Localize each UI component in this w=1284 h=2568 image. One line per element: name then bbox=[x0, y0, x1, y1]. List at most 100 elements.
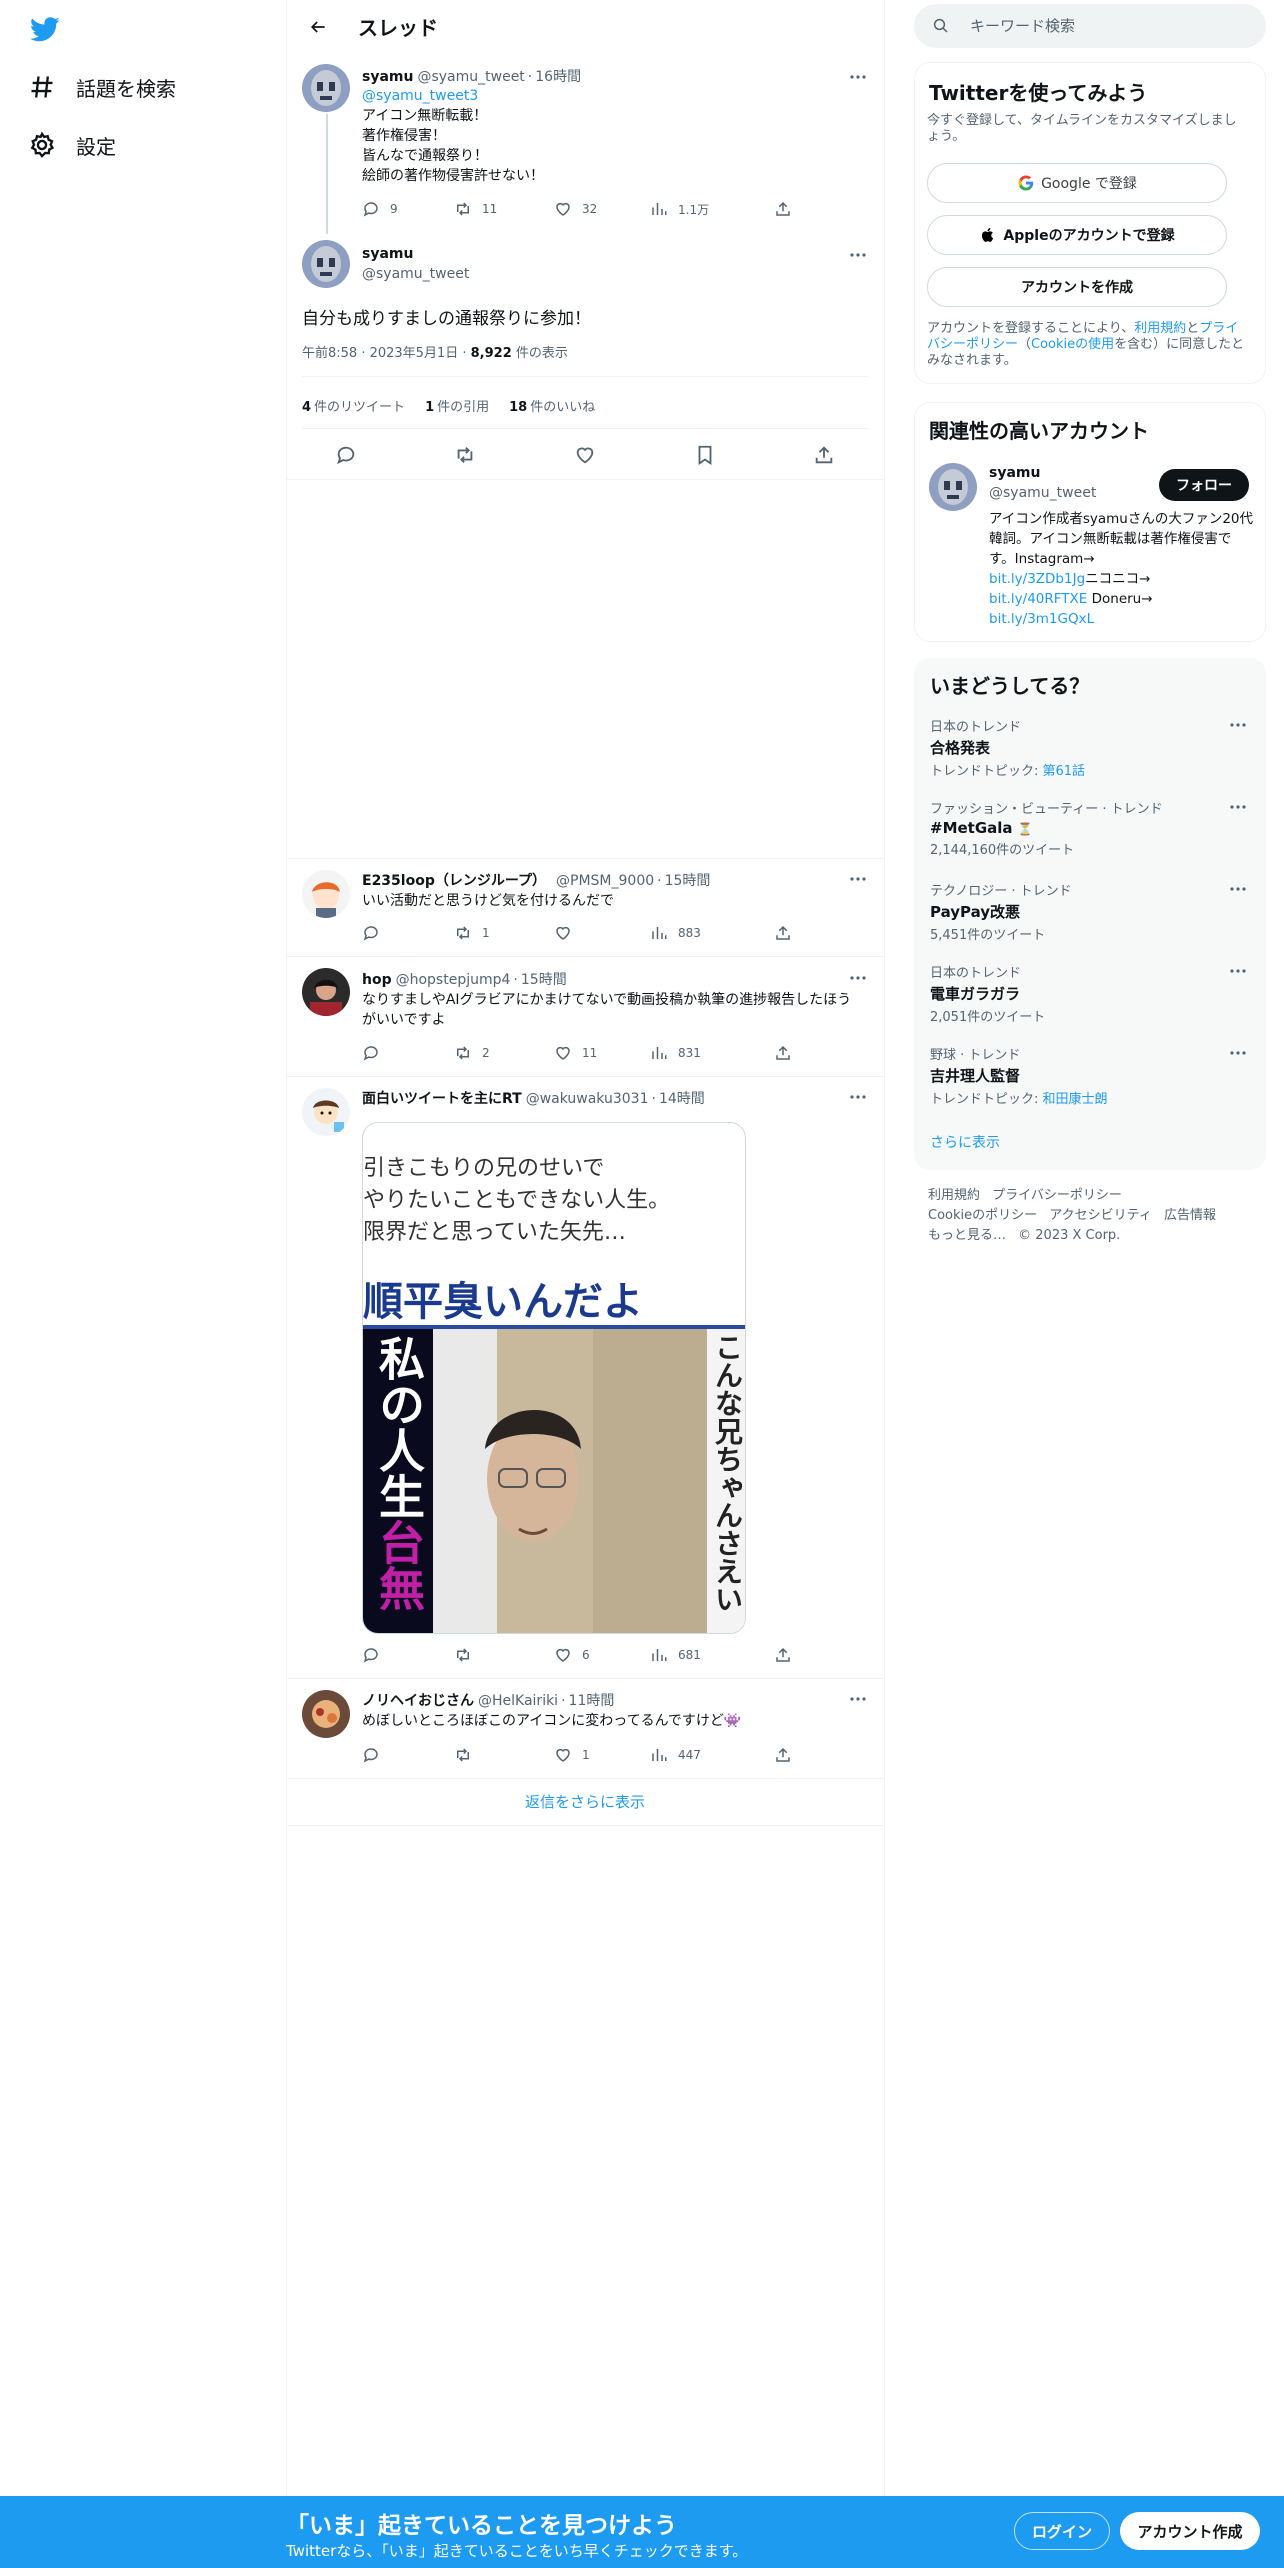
quote-count-link[interactable]: 1 件の引用 bbox=[425, 396, 489, 415]
share-button[interactable] bbox=[774, 200, 802, 218]
share-button[interactable] bbox=[774, 924, 802, 942]
tweet-time[interactable]: 14時間 bbox=[659, 1088, 705, 1108]
reply-button[interactable] bbox=[362, 1746, 454, 1764]
views-button[interactable]: 883 bbox=[650, 924, 774, 942]
show-more-replies-link[interactable]: 返信をさらに表示 bbox=[286, 1778, 884, 1826]
author-name[interactable]: 面白いツイートを主にRT bbox=[362, 1088, 522, 1108]
like-button[interactable]: 11 bbox=[554, 1044, 650, 1062]
tweet-media-image[interactable]: 引きこもりの兄のせいで やりたいこともできない人生。 限界だと思っていた矢先… … bbox=[362, 1122, 746, 1634]
author-name[interactable]: hop bbox=[362, 972, 392, 988]
nav-settings[interactable]: 設定 bbox=[28, 125, 116, 165]
views-button[interactable]: 447 bbox=[650, 1746, 774, 1764]
author-name[interactable]: ノリヘイおじさん bbox=[362, 1690, 474, 1710]
footer-more-link[interactable]: もっと見る… bbox=[928, 1228, 1006, 1243]
like-count-link[interactable]: 18 件のいいね bbox=[509, 396, 595, 415]
trend-item[interactable]: 日本のトレンド 電車ガラガラ 2,051件のツイート bbox=[930, 962, 1250, 1025]
reply-mention[interactable]: @syamu_tweet3 bbox=[362, 86, 478, 106]
retweet-button[interactable] bbox=[454, 1746, 554, 1764]
follow-button[interactable]: フォロー bbox=[1159, 469, 1249, 501]
share-button[interactable] bbox=[774, 1044, 802, 1062]
more-icon[interactable] bbox=[846, 246, 870, 264]
search-input[interactable] bbox=[970, 17, 1250, 35]
more-icon[interactable] bbox=[846, 870, 870, 888]
author-name[interactable]: syamu bbox=[362, 246, 413, 262]
footer-cookie-link[interactable]: Cookieのポリシー bbox=[928, 1208, 1037, 1223]
more-icon[interactable] bbox=[1226, 1044, 1250, 1062]
reply-button[interactable]: 9 bbox=[362, 200, 454, 218]
retweet-icon[interactable] bbox=[454, 444, 476, 466]
author-handle[interactable]: @HelKairiki bbox=[478, 1693, 558, 1709]
terms-link[interactable]: 利用規約 bbox=[1134, 321, 1186, 336]
avatar[interactable] bbox=[302, 968, 350, 1016]
more-icon[interactable] bbox=[846, 1690, 870, 1708]
share-icon[interactable] bbox=[813, 444, 835, 466]
tweet-time[interactable]: 16時間 bbox=[535, 66, 581, 86]
more-icon[interactable] bbox=[846, 969, 870, 987]
author-name[interactable]: E235loop（レンジループ） bbox=[362, 870, 546, 890]
footer-ads-link[interactable]: 広告情報 bbox=[1164, 1208, 1216, 1223]
bio-link[interactable]: bit.ly/40RFTXE bbox=[989, 591, 1087, 607]
author-handle[interactable]: @PMSM_9000 bbox=[556, 873, 654, 889]
signup-button[interactable]: アカウント作成 bbox=[1120, 2512, 1260, 2550]
share-button[interactable] bbox=[774, 1746, 802, 1764]
retweet-button[interactable]: 2 bbox=[454, 1044, 554, 1062]
more-icon[interactable] bbox=[1226, 880, 1250, 898]
avatar[interactable] bbox=[929, 463, 977, 511]
retweet-count-link[interactable]: 4 件のリツイート bbox=[302, 396, 405, 415]
cookie-link[interactable]: Cookieの使用 bbox=[1031, 337, 1114, 352]
related-handle[interactable]: @syamu_tweet bbox=[989, 485, 1096, 501]
views-button[interactable]: 1.1万 bbox=[650, 200, 774, 218]
heart-icon[interactable] bbox=[574, 444, 596, 466]
login-button[interactable]: ログイン bbox=[1014, 2512, 1110, 2550]
more-icon[interactable] bbox=[1226, 962, 1250, 980]
avatar[interactable] bbox=[302, 870, 350, 918]
like-button[interactable]: 1 bbox=[554, 1746, 650, 1764]
trends-show-more-link[interactable]: さらに表示 bbox=[930, 1132, 1000, 1152]
avatar[interactable] bbox=[302, 64, 350, 112]
footer-privacy-link[interactable]: プライバシーポリシー bbox=[992, 1188, 1122, 1203]
tweet-time[interactable]: 15時間 bbox=[521, 969, 567, 989]
more-icon[interactable] bbox=[846, 68, 870, 86]
like-button[interactable]: 32 bbox=[554, 200, 650, 218]
trend-item[interactable]: 野球 · トレンド 吉井理人監督 トレンドトピック: 和田康士朗 bbox=[930, 1044, 1250, 1107]
create-account-button[interactable]: アカウントを作成 bbox=[927, 267, 1227, 307]
like-button[interactable] bbox=[554, 924, 650, 942]
retweet-button[interactable] bbox=[454, 1646, 554, 1664]
avatar[interactable] bbox=[302, 240, 350, 288]
nav-explore[interactable]: 話題を検索 bbox=[28, 67, 176, 107]
related-name[interactable]: syamu bbox=[989, 465, 1040, 481]
footer-terms-link[interactable]: 利用規約 bbox=[928, 1188, 980, 1203]
search-bar[interactable] bbox=[914, 4, 1266, 48]
footer-accessibility-link[interactable]: アクセシビリティ bbox=[1049, 1208, 1152, 1223]
reply-button[interactable] bbox=[362, 1646, 454, 1664]
share-button[interactable] bbox=[774, 1646, 802, 1664]
avatar[interactable] bbox=[302, 1690, 350, 1738]
twitter-bird-icon[interactable] bbox=[28, 14, 62, 44]
views-button[interactable]: 831 bbox=[650, 1044, 774, 1062]
tweet-time[interactable]: 15時間 bbox=[665, 870, 711, 890]
avatar[interactable] bbox=[302, 1088, 350, 1136]
bio-link[interactable]: bit.ly/3ZDb1Jg bbox=[989, 571, 1085, 587]
reply-button[interactable] bbox=[362, 924, 454, 942]
more-icon[interactable] bbox=[1226, 716, 1250, 734]
author-handle[interactable]: @syamu_tweet bbox=[362, 266, 469, 282]
tweet-time[interactable]: 11時間 bbox=[569, 1690, 615, 1710]
author-name[interactable]: syamu bbox=[362, 69, 413, 85]
retweet-button[interactable]: 11 bbox=[454, 200, 554, 218]
reply-icon[interactable] bbox=[335, 444, 357, 466]
apple-signup-button[interactable]: Appleのアカウントで登録 bbox=[927, 215, 1227, 255]
trend-item[interactable]: ファッション・ビューティー · トレンド #MetGala ⏳ 2,144,16… bbox=[930, 798, 1250, 858]
reply-button[interactable] bbox=[362, 1044, 454, 1062]
timestamp-link[interactable]: 午前8:58 · 2023年5月1日 · bbox=[302, 346, 471, 361]
bio-link[interactable]: bit.ly/3m1GQxL bbox=[989, 611, 1094, 627]
author-handle[interactable]: @syamu_tweet bbox=[417, 69, 524, 85]
like-button[interactable]: 6 bbox=[554, 1646, 650, 1664]
more-icon[interactable] bbox=[1226, 798, 1250, 816]
views-button[interactable]: 681 bbox=[650, 1646, 774, 1664]
more-icon[interactable] bbox=[846, 1088, 870, 1106]
retweet-button[interactable]: 1 bbox=[454, 924, 554, 942]
trend-item[interactable]: 日本のトレンド 合格発表 トレンドトピック: 第61話 bbox=[930, 716, 1250, 779]
google-signup-button[interactable]: Google で登録 bbox=[927, 163, 1227, 203]
trend-item[interactable]: テクノロジー · トレンド PayPay改悪 5,451件のツイート bbox=[930, 880, 1250, 943]
author-handle[interactable]: @wakuwaku3031 bbox=[526, 1091, 649, 1107]
